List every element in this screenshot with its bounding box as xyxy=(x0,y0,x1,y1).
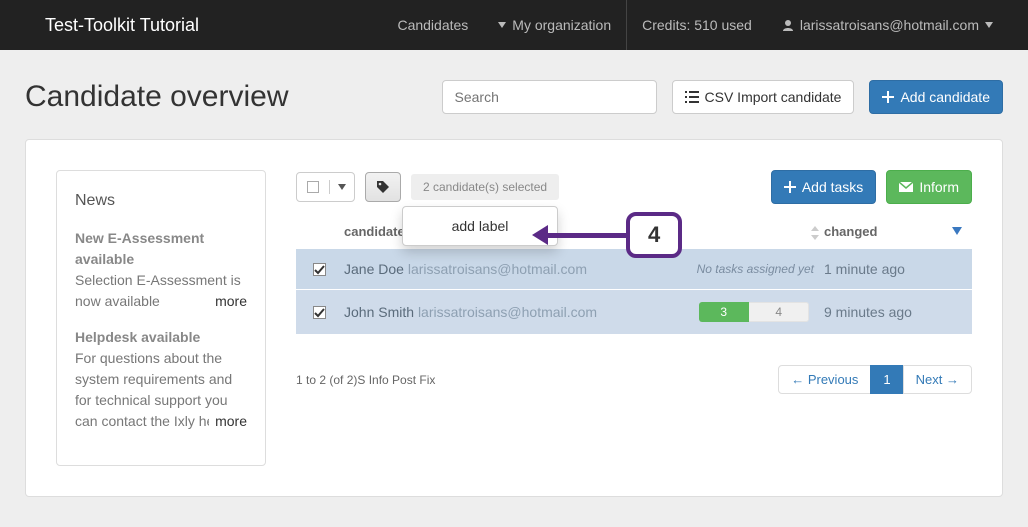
list-icon xyxy=(685,91,699,103)
tasks-done: 3 xyxy=(699,302,749,322)
add-tasks-button[interactable]: Add tasks xyxy=(771,170,876,204)
list-toolbar: add label 2 candidate(s) selected Add ta… xyxy=(296,170,972,204)
tag-icon xyxy=(376,180,390,194)
inform-label: Inform xyxy=(919,179,959,195)
nav-candidates[interactable]: Candidates xyxy=(382,2,483,48)
user-icon xyxy=(782,19,794,31)
row-tasks-progress: 3 4 xyxy=(684,302,824,322)
header-changed-label: changed xyxy=(824,224,877,239)
plus-icon xyxy=(882,91,894,103)
sort-icon xyxy=(810,226,820,240)
page: Candidate overview CSV Import candidate … xyxy=(0,50,1028,527)
plus-icon xyxy=(784,181,796,193)
news-panel: News New E-Assessment available Selectio… xyxy=(56,170,266,466)
checkbox-empty-icon xyxy=(307,181,319,193)
task-progress-bar: 3 4 xyxy=(699,302,809,322)
envelope-icon xyxy=(899,182,913,192)
label-tag-button[interactable]: add label xyxy=(365,172,401,202)
main-area: add label 2 candidate(s) selected Add ta… xyxy=(296,170,972,394)
candidate-email: larissatroisans@hotmail.com xyxy=(408,261,587,277)
nav-user-menu[interactable]: larissatroisans@hotmail.com xyxy=(767,2,1008,48)
row-candidate: John Smith larissatroisans@hotmail.com xyxy=(334,304,684,320)
callout-number: 4 xyxy=(626,212,682,258)
add-candidate-label: Add candidate xyxy=(900,89,990,105)
selection-count-pill: 2 candidate(s) selected xyxy=(411,174,559,200)
news-heading: News xyxy=(75,189,247,213)
caret-down-icon xyxy=(498,22,506,28)
range-info: 1 to 2 (of 2)S Info Post Fix xyxy=(296,373,435,387)
news-item-title: New E-Assessment available xyxy=(75,228,247,270)
checkbox-checked-icon xyxy=(313,306,326,319)
csv-import-label: CSV Import candidate xyxy=(705,89,842,105)
pager: ← Previous 1 Next → xyxy=(779,365,972,394)
pager-next[interactable]: Next → xyxy=(903,365,972,394)
news-more-link[interactable]: more xyxy=(209,291,247,312)
header-changed[interactable]: changed xyxy=(824,224,964,239)
row-checkbox[interactable] xyxy=(304,263,334,276)
news-item-title: Helpdesk available xyxy=(75,327,247,348)
add-tasks-label: Add tasks xyxy=(802,179,863,195)
add-candidate-button[interactable]: Add candidate xyxy=(869,80,1003,114)
select-all-caret[interactable] xyxy=(329,180,354,194)
nav-my-organization[interactable]: My organization xyxy=(483,2,626,48)
content-card: News New E-Assessment available Selectio… xyxy=(25,139,1003,497)
top-navbar: Test-Toolkit Tutorial Candidates My orga… xyxy=(0,0,1028,50)
checkbox-checked-icon xyxy=(313,263,326,276)
tasks-total: 4 xyxy=(749,302,810,322)
candidate-name: John Smith xyxy=(344,304,414,320)
caret-down-icon xyxy=(338,184,346,190)
select-all-split-button[interactable] xyxy=(296,172,355,202)
pager-prev[interactable]: ← Previous xyxy=(778,365,871,394)
table-row[interactable]: John Smith larissatroisans@hotmail.com 3… xyxy=(296,290,972,335)
page-title: Candidate overview xyxy=(25,80,288,114)
row-changed: 9 minutes ago xyxy=(824,304,964,320)
candidate-email: larissatroisans@hotmail.com xyxy=(418,304,597,320)
callout-arrow-icon xyxy=(546,233,626,238)
table-body: Jane Doe larissatroisans@hotmail.com No … xyxy=(296,249,972,335)
page-header-row: Candidate overview CSV Import candidate … xyxy=(25,80,1003,114)
news-more-link[interactable]: more xyxy=(209,411,247,432)
row-checkbox[interactable] xyxy=(304,306,334,319)
row-candidate: Jane Doe larissatroisans@hotmail.com xyxy=(334,261,684,277)
search-input[interactable] xyxy=(442,80,657,114)
row-tasks-none: No tasks assigned yet xyxy=(684,262,824,276)
csv-import-button[interactable]: CSV Import candidate xyxy=(672,80,855,114)
sort-desc-icon xyxy=(952,227,962,235)
pager-page-1[interactable]: 1 xyxy=(870,365,903,394)
news-item: New E-Assessment available Selection E-A… xyxy=(75,228,247,312)
inform-button[interactable]: Inform xyxy=(886,170,972,204)
table-footer: 1 to 2 (of 2)S Info Post Fix ← Previous … xyxy=(296,365,972,394)
nav-my-org-label: My organization xyxy=(512,17,611,33)
caret-down-icon xyxy=(985,22,993,28)
toolbar-right-actions: Add tasks Inform xyxy=(771,170,972,204)
select-all-checkbox[interactable] xyxy=(297,177,329,197)
row-changed: 1 minute ago xyxy=(824,261,964,277)
nav-user-label: larissatroisans@hotmail.com xyxy=(800,17,979,33)
news-item: Helpdesk available For questions about t… xyxy=(75,327,247,432)
step-callout: 4 xyxy=(546,212,682,258)
nav-credits: Credits: 510 used xyxy=(627,2,767,48)
candidate-name: Jane Doe xyxy=(344,261,404,277)
brand-title: Test-Toolkit Tutorial xyxy=(45,15,199,36)
